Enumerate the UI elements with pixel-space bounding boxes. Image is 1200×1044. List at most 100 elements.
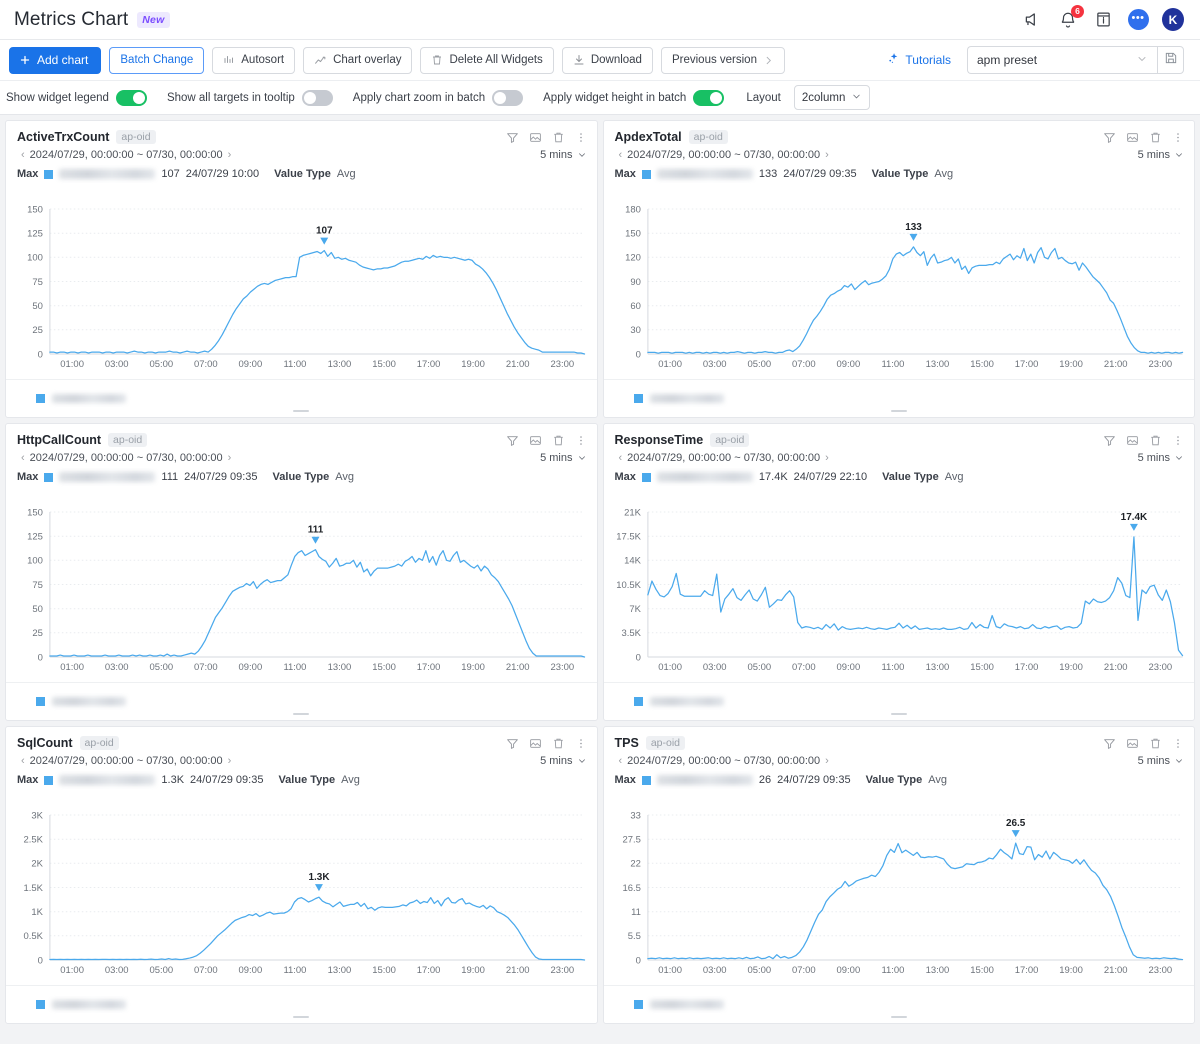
widget-resize-handle[interactable] <box>293 1016 310 1018</box>
value-type-value: Avg <box>934 168 954 180</box>
widget-resize-handle[interactable] <box>293 410 310 412</box>
kebab-menu-icon[interactable] <box>1172 131 1184 144</box>
delete-all-widgets-label: Delete All Widgets <box>449 54 543 66</box>
widget-title: HttpCallCount <box>17 433 102 447</box>
interval-select[interactable]: 5 mins <box>540 755 586 767</box>
svg-text:09:00: 09:00 <box>239 359 263 370</box>
range-next-button[interactable]: › <box>223 755 237 767</box>
range-next-button[interactable]: › <box>223 149 237 161</box>
trash-icon[interactable] <box>1149 737 1162 750</box>
range-next-button[interactable]: › <box>223 452 237 464</box>
widget-resize-handle[interactable] <box>293 713 310 715</box>
apply-widget-height-toggle[interactable] <box>693 89 725 106</box>
svg-text:21:00: 21:00 <box>506 359 530 370</box>
range-prev-button[interactable]: ‹ <box>614 755 628 767</box>
filter-icon[interactable] <box>506 131 519 144</box>
autosort-label: Autosort <box>241 54 285 66</box>
bell-icon[interactable]: 6 <box>1057 4 1084 31</box>
interval-select[interactable]: 5 mins <box>540 149 586 161</box>
chart-canvas[interactable]: 0 25 50 75 100 125 150 01:00 03:00 05:00 07:00 09:0… <box>6 195 597 380</box>
trash-icon[interactable] <box>552 737 565 750</box>
avatar[interactable]: K <box>1162 8 1184 31</box>
series-color-swatch <box>44 472 54 482</box>
layout-select[interactable]: 2column <box>793 85 871 110</box>
chevron-down-icon <box>851 91 862 105</box>
svg-text:2.5K: 2.5K <box>23 835 43 846</box>
svg-text:133: 133 <box>905 222 922 233</box>
add-chart-button[interactable]: Add chart <box>9 46 102 74</box>
widget-resize-handle[interactable] <box>890 713 907 715</box>
filter-icon[interactable] <box>506 434 519 447</box>
sort-bars-icon <box>223 54 235 66</box>
image-export-icon[interactable] <box>1126 737 1139 750</box>
range-next-button[interactable]: › <box>820 452 834 464</box>
tutorials-link[interactable]: Tutorials <box>887 52 951 68</box>
kebab-menu-icon[interactable] <box>575 131 587 144</box>
show-all-targets-toggle[interactable] <box>301 89 333 106</box>
image-export-icon[interactable] <box>529 131 542 144</box>
interval-select[interactable]: 5 mins <box>1138 755 1184 767</box>
svg-text:21K: 21K <box>624 507 642 518</box>
interval-select[interactable]: 5 mins <box>1138 452 1184 464</box>
legend-label-redacted <box>649 1000 724 1009</box>
range-prev-button[interactable]: ‹ <box>614 149 628 161</box>
widget-resize-handle[interactable] <box>890 1016 907 1018</box>
avatar-initial: K <box>1162 8 1184 31</box>
chart-canvas[interactable]: 0 25 50 75 100 125 150 01:00 03:00 05:00 07:00 09:0… <box>6 498 597 683</box>
chart-canvas[interactable]: 0 30 60 90 120 150 180 01:00 03:00 05:00 07:00 09:0… <box>604 195 1195 380</box>
range-next-button[interactable]: › <box>820 755 834 767</box>
kebab-menu-icon[interactable] <box>575 737 587 750</box>
trash-icon[interactable] <box>552 434 565 447</box>
range-prev-button[interactable]: ‹ <box>614 452 628 464</box>
trash-icon[interactable] <box>1149 434 1162 447</box>
kebab-menu-icon[interactable] <box>575 434 587 447</box>
trash-icon[interactable] <box>1149 131 1162 144</box>
widget-time-range: ‹ 2024/07/29, 00:00:00 ~ 07/30, 00:00:00 ›… <box>604 447 1195 464</box>
megaphone-icon[interactable] <box>1022 9 1044 31</box>
delete-all-widgets-button[interactable]: Delete All Widgets <box>420 46 554 74</box>
widget-tag: ap-oid <box>116 130 156 144</box>
filter-icon[interactable] <box>1103 131 1116 144</box>
previous-version-button[interactable]: Previous version <box>660 46 785 74</box>
app-header: Metrics Chart New 6 ••• K <box>0 0 1200 40</box>
interval-select[interactable]: 5 mins <box>1138 149 1184 161</box>
svg-text:07:00: 07:00 <box>194 662 218 673</box>
svg-text:19:00: 19:00 <box>461 965 485 976</box>
value-type-label: Value Type <box>882 471 939 483</box>
filter-icon[interactable] <box>1103 737 1116 750</box>
batch-change-button[interactable]: Batch Change <box>109 46 205 74</box>
svg-text:150: 150 <box>27 507 43 518</box>
svg-text:21:00: 21:00 <box>1103 965 1127 976</box>
range-next-button[interactable]: › <box>820 149 834 161</box>
chat-icon[interactable]: ••• <box>1127 9 1149 31</box>
chart-canvas[interactable]: 0 3.5K 7K 10.5K 14K 17.5K 21K 01:00 03:00 05:00 07… <box>604 498 1195 683</box>
image-export-icon[interactable] <box>1126 131 1139 144</box>
filter-icon[interactable] <box>506 737 519 750</box>
chart-overlay-button[interactable]: Chart overlay <box>303 46 413 74</box>
image-export-icon[interactable] <box>1126 434 1139 447</box>
show-widget-legend-toggle[interactable] <box>115 89 147 106</box>
apply-chart-zoom-toggle[interactable] <box>492 89 524 106</box>
range-prev-button[interactable]: ‹ <box>16 149 30 161</box>
widget-tag: ap-oid <box>688 130 728 144</box>
trash-icon[interactable] <box>552 131 565 144</box>
svg-text:15:00: 15:00 <box>372 965 396 976</box>
preset-select[interactable]: apm preset <box>967 46 1157 74</box>
svg-text:50: 50 <box>32 604 43 615</box>
save-preset-button[interactable] <box>1157 46 1184 74</box>
kebab-menu-icon[interactable] <box>1172 737 1184 750</box>
info-box-icon[interactable] <box>1092 9 1114 31</box>
widget-resize-handle[interactable] <box>890 410 907 412</box>
image-export-icon[interactable] <box>529 737 542 750</box>
chart-canvas[interactable]: 0 5.5 11 16.5 22 27.5 33 01:00 03:00 05:00 07:00 09… <box>604 801 1195 986</box>
range-prev-button[interactable]: ‹ <box>16 452 30 464</box>
download-button[interactable]: Download <box>561 46 653 74</box>
interval-select[interactable]: 5 mins <box>540 452 586 464</box>
autosort-button[interactable]: Autosort <box>212 46 296 74</box>
widget-actions <box>1103 131 1184 144</box>
image-export-icon[interactable] <box>529 434 542 447</box>
filter-icon[interactable] <box>1103 434 1116 447</box>
range-prev-button[interactable]: ‹ <box>16 755 30 767</box>
kebab-menu-icon[interactable] <box>1172 434 1184 447</box>
chart-canvas[interactable]: 0 0.5K 1K 1.5K 2K 2.5K 3K 01:00 03:00 05:00 07:00 0… <box>6 801 597 986</box>
